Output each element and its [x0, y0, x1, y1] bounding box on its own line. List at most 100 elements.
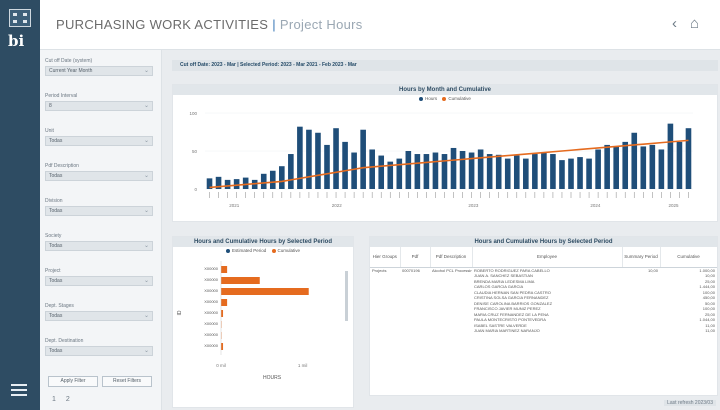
column-header[interactable]: Cumulative: [660, 247, 717, 268]
hours-bar: [685, 128, 692, 189]
filter-value: Current Year Month: [49, 68, 93, 74]
hours-month-chart: 100 50 0 2021 2022 2023 2024 2025: [189, 111, 693, 208]
filter-value: Todas: [49, 208, 63, 214]
title-subtitle: Project Hours: [279, 17, 363, 32]
hours-table: Hier Groups Pdf Pdf Description Employee Sum…: [370, 247, 717, 334]
hours-bar: [221, 310, 224, 317]
table-cell: [622, 328, 660, 334]
y-axis-title: ID: [177, 310, 183, 315]
table-row[interactable]: JUAN MARIA MARTINEZ NARANJO 11,00: [370, 328, 717, 334]
home-icon[interactable]: ⌂: [690, 15, 699, 32]
filter-dropdown[interactable]: Todas ⌄: [45, 311, 153, 321]
legend-swatch-estimated: [225, 248, 230, 253]
legend-estimated: Estimated Period: [231, 248, 267, 253]
filter-dropdown[interactable]: Todas ⌄: [45, 241, 153, 251]
chevron-down-icon: ⌄: [143, 68, 149, 74]
filter-block: Division Todas ⌄: [45, 198, 153, 216]
column-header[interactable]: Pdf Description: [430, 247, 473, 268]
filter-dropdown[interactable]: Todas ⌄: [45, 346, 153, 356]
menu-icon[interactable]: [11, 384, 27, 396]
column-header[interactable]: Hier Groups: [370, 247, 401, 268]
hours-bar: [658, 149, 665, 189]
filter-block: Pdf Description Todas ⌄: [45, 163, 153, 181]
column-header[interactable]: Pdf: [400, 247, 431, 268]
hours-bar: [586, 158, 592, 189]
filter-dropdown[interactable]: Todas ⌄: [45, 276, 153, 286]
hours-bar: [315, 132, 321, 189]
bar-chart-legend: Estimated Period Cumulative: [173, 248, 353, 253]
legend-cum: Cumulative: [277, 248, 301, 253]
hours-bar: [423, 154, 430, 189]
filter-dropdown[interactable]: 8 ⌄: [45, 101, 153, 111]
hours-bar: [351, 152, 357, 189]
apply-filter-button[interactable]: Apply Filter: [48, 376, 98, 387]
hours-bar: [360, 129, 366, 189]
column-header[interactable]: Employee: [472, 247, 623, 268]
filter-dropdown[interactable]: Todas ⌄: [45, 171, 153, 181]
filter-block: Project Todas ⌄: [45, 268, 153, 286]
filter-dropdown[interactable]: Todas ⌄: [45, 206, 153, 216]
back-icon[interactable]: ‹: [672, 15, 677, 32]
filter-value: 8: [49, 103, 52, 109]
title-separator: |: [272, 17, 276, 32]
hours-bar: [260, 173, 267, 189]
chevron-down-icon: ⌄: [143, 208, 149, 214]
hours-bar: [369, 149, 375, 189]
hours-bar: [269, 170, 276, 189]
page-title: PURCHASING WORK ACTIVITIES | Project Hours: [56, 17, 363, 32]
page-indicator[interactable]: 1 2: [52, 396, 70, 403]
filter-dropdown[interactable]: Todas ⌄: [45, 136, 153, 146]
table-cell: Alcohol PCL Processing B: [432, 267, 472, 273]
x-tick-label: 1 mil: [298, 363, 308, 368]
hours-bar: [513, 155, 520, 189]
hours-bar: [432, 152, 439, 189]
filter-label: Division: [45, 198, 63, 204]
reset-filters-button[interactable]: Reset Filters: [102, 376, 152, 387]
filter-label: Project: [45, 268, 61, 274]
hours-by-id-chart: X00000 X00000 X00000 X00000 X00000 X00000 X000…: [177, 261, 348, 381]
legend-swatch-cumulative: [442, 96, 447, 101]
selected-period-chart-panel: Hours and Cumulative Hours by Selected P…: [172, 236, 354, 408]
category-label: X00000: [204, 343, 219, 348]
column-header[interactable]: Summary Period: [622, 247, 661, 268]
category-label: X00000: [204, 266, 219, 271]
hours-bar: [405, 151, 412, 189]
hours-bar: [221, 299, 228, 306]
hours-bar: [224, 179, 231, 189]
hours-bar: [622, 141, 629, 189]
legend-swatch-hours: [419, 96, 424, 101]
nav-rail: bi: [0, 0, 40, 410]
refresh-note: Last refresh 2023/03: [664, 400, 716, 406]
hours-bar: [631, 132, 638, 189]
hours-bar: [221, 343, 224, 350]
y-tick-label: 50: [192, 149, 198, 154]
hours-bar: [595, 149, 601, 189]
bi-logo-icon: bi: [8, 32, 25, 50]
category-label: X00000: [204, 332, 219, 337]
year-label: 2021: [229, 203, 240, 208]
hours-bar: [414, 154, 421, 189]
chevron-down-icon: ⌄: [143, 278, 149, 284]
chart-title: Hours by Month and Cumulative: [173, 85, 717, 95]
hours-bar: [333, 128, 339, 189]
hours-bar: [541, 152, 547, 189]
page-header: PURCHASING WORK ACTIVITIES | Project Hours…: [40, 0, 720, 50]
table-cell: [400, 328, 430, 334]
filter-block: Society Todas ⌄: [45, 233, 153, 251]
table-cell: JUAN MARIA MARTINEZ NARANJO: [474, 328, 540, 333]
hours-bar: [523, 158, 529, 189]
category-label: X00000: [204, 288, 219, 293]
hours-bar: [221, 266, 228, 273]
table-header-row: Hier Groups Pdf Pdf Description Employee Sum…: [370, 247, 717, 268]
y-tick-label: 100: [189, 111, 197, 116]
category-label: X00000: [204, 299, 219, 304]
hours-bar: [378, 155, 385, 189]
hours-by-month-panel: Hours by Month and Cumulative Hours Cumu…: [172, 84, 718, 222]
year-label: 2024: [590, 203, 601, 208]
table-title: Hours and Cumulative Hours by Selected P…: [370, 237, 717, 247]
filter-dropdown[interactable]: Current Year Month ⌄: [45, 66, 153, 76]
hours-bar: [324, 144, 330, 189]
filter-panel: Cut off Date (system) Current Year Month ⌄…: [40, 50, 162, 410]
scrollbar[interactable]: [345, 271, 348, 321]
hours-bar: [221, 277, 260, 284]
